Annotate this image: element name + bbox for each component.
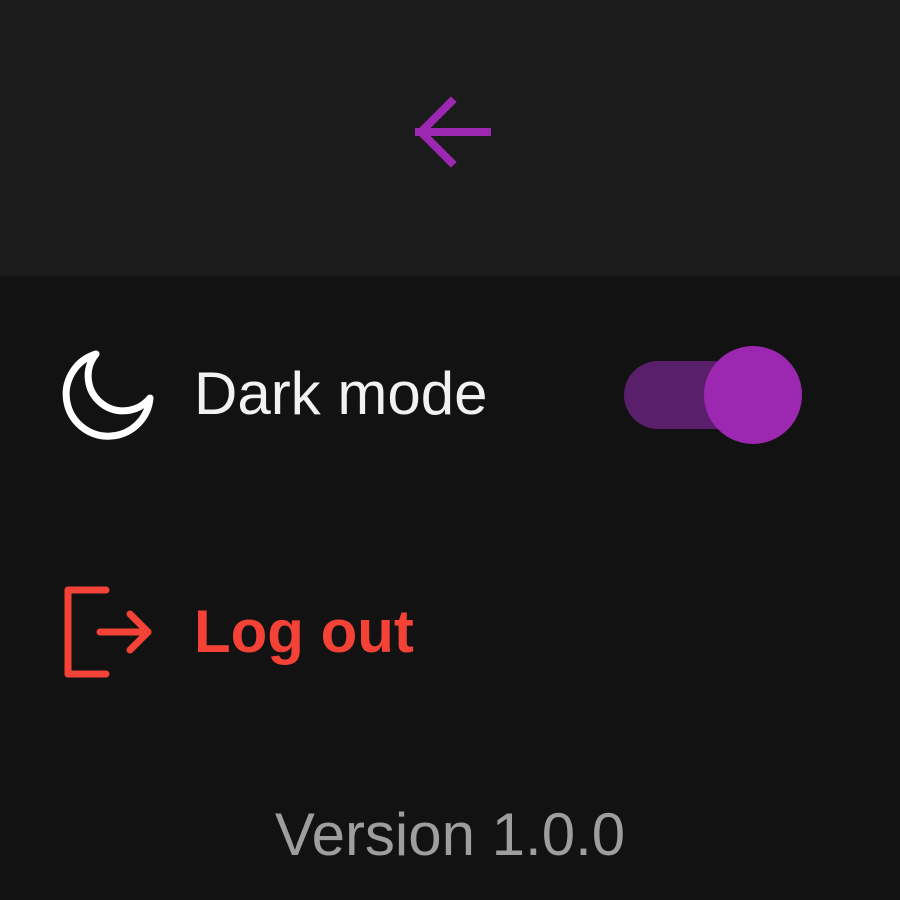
logout-label: Log out [194,598,414,665]
logout-icon [62,584,158,680]
settings-screen: Dark mode Log out Version 1.0.0 [0,0,900,900]
version-text: Version 1.0.0 [274,801,626,868]
dark-mode-toggle[interactable] [624,346,804,444]
toggle-thumb [704,346,802,444]
logout-button[interactable]: Log out [62,584,414,680]
header-bar [0,0,900,276]
arrow-left-icon [415,96,491,168]
back-button[interactable] [400,88,500,188]
moon-icon [62,346,158,442]
dark-mode-label: Dark mode [194,360,488,427]
